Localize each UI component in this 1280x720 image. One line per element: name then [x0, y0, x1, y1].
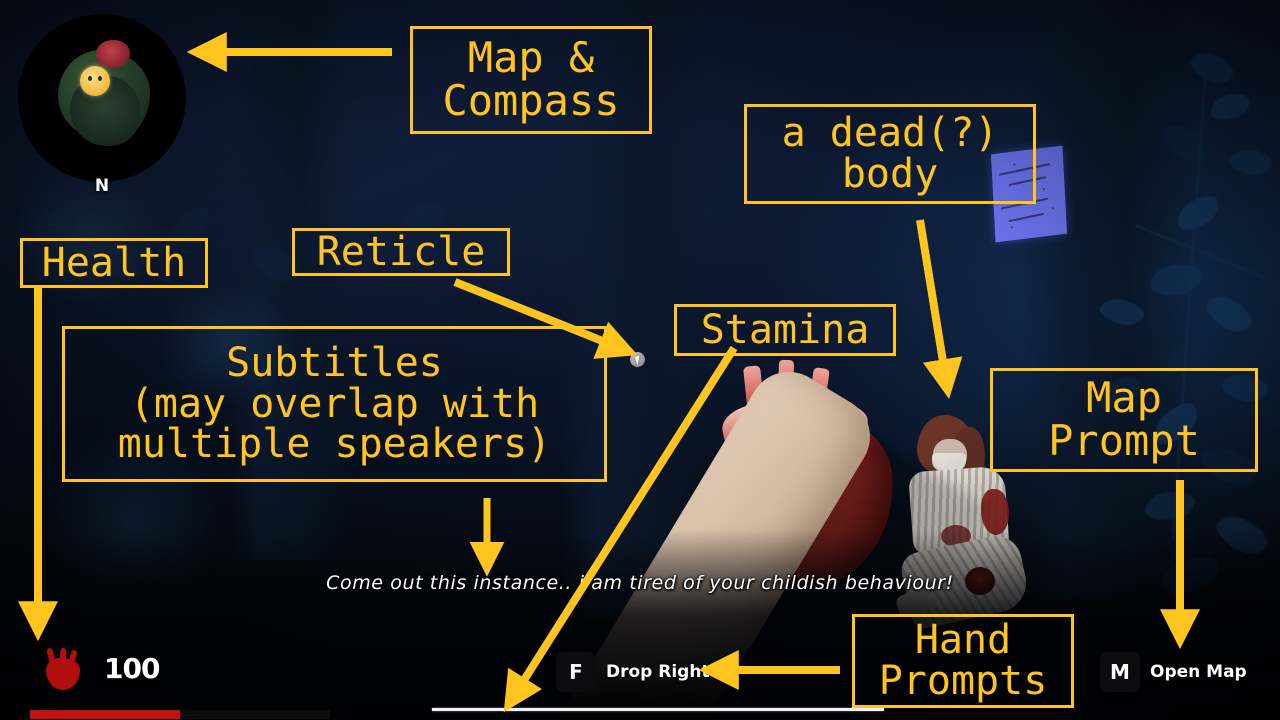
annotation-health: Health — [20, 238, 208, 288]
note-blood-spot — [1051, 207, 1054, 210]
prompt-drop-right[interactable]: F Drop Right — [556, 652, 710, 692]
annotation-line: Prompts — [878, 658, 1048, 704]
note-blood-spot — [1042, 188, 1045, 191]
annotation-stamina: Stamina — [674, 304, 896, 356]
keycap-m[interactable]: M — [1100, 652, 1140, 692]
compass-direction-label: N — [94, 176, 110, 196]
prompt-label-open-map: Open Map — [1150, 662, 1247, 682]
annotation-map-prompt: Map Prompt — [990, 368, 1258, 472]
health-value-label: 100 — [104, 652, 160, 685]
health-bar-fill — [30, 710, 180, 719]
annotation-line: body — [841, 151, 939, 197]
health-bar — [30, 710, 330, 719]
annotation-reticle: Reticle — [292, 228, 510, 276]
annotation-line: Subtitles — [226, 339, 443, 386]
annotation-hand-prompts: Hand Prompts — [852, 614, 1074, 708]
annotation-line: Prompt — [1048, 416, 1200, 465]
annotation-line: Map — [1086, 373, 1162, 423]
note-scribble-line — [1008, 212, 1045, 223]
minimap[interactable] — [18, 14, 186, 182]
stamina-bar — [432, 708, 884, 711]
subtitle-text: Come out this instance.. i am tired of y… — [326, 572, 954, 594]
annotation-line: Hand — [914, 617, 1012, 664]
player-eye — [88, 76, 92, 81]
annotation-dead-body: a dead(?) body — [744, 104, 1036, 204]
keycap-f[interactable]: F — [556, 652, 596, 692]
prompt-open-map[interactable]: M Open Map — [1100, 652, 1247, 692]
annotation-line: (may overlap with — [129, 380, 540, 427]
annotation-line: a dead(?) — [781, 110, 999, 157]
annotation-line: Stamina — [700, 306, 870, 353]
heart-body — [46, 658, 80, 690]
heart-health-icon — [42, 647, 86, 692]
annotation-subtitles: Subtitles (may overlap with multiple spe… — [62, 326, 607, 482]
annotation-map-compass: Map & Compass — [410, 26, 652, 134]
annotation-line: multiple speakers) — [117, 421, 552, 468]
minimap-player-marker — [80, 66, 110, 96]
minimap-blood-marker — [96, 40, 130, 68]
note-blood-spot — [1010, 226, 1013, 229]
annotation-line: Map & — [467, 33, 595, 83]
annotation-line: Reticle — [316, 228, 486, 275]
player-eye — [98, 76, 102, 81]
prompt-label-drop-right: Drop Right — [606, 662, 710, 682]
screenshot-root: N Come out this instance.. i am tired of… — [0, 0, 1280, 720]
annotation-line: Health — [41, 239, 187, 286]
annotation-line: Compass — [442, 76, 620, 125]
